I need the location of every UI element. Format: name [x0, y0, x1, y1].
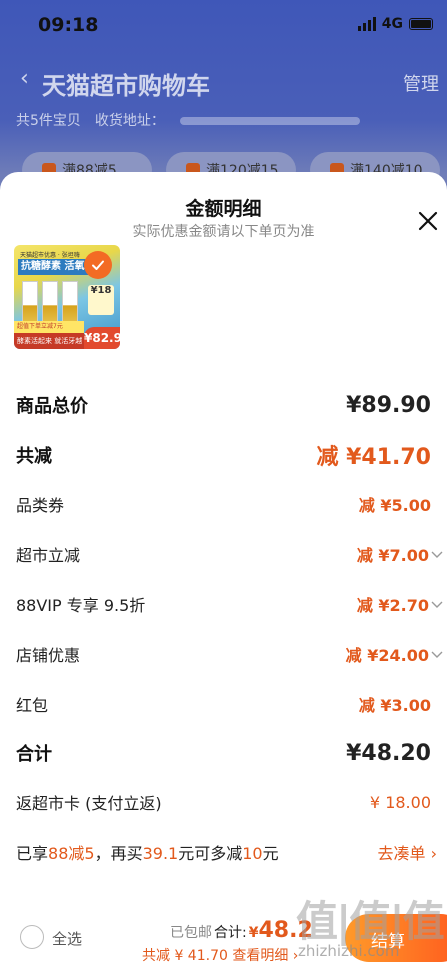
row-label: 共减 [16, 446, 52, 467]
view-details-link[interactable]: 共减 ¥ 41.70 查看明细 › [142, 945, 298, 965]
row-category-coupon: 品类券 减 ¥5.00 [16, 488, 431, 520]
row-label: 店铺优惠 [16, 646, 81, 665]
thumb-band: 超值下单立减7元 [14, 321, 84, 333]
row-sum: 合计 ¥48.20 [16, 737, 431, 769]
thumb-badge: ¥18 [88, 285, 114, 315]
status-bar: 09:18 4G [0, 0, 447, 50]
back-icon[interactable]: ‹ [20, 66, 29, 91]
row-label: 合计 [16, 744, 52, 765]
address-value-blurred [180, 117, 360, 125]
row-value: ¥89.90 [346, 392, 431, 418]
shipping-label: 已包邮 [170, 925, 212, 941]
page-title: 天猫超市购物车 [42, 72, 210, 100]
row-value: 减 ¥24.00 [345, 646, 429, 665]
item-count: 共5件宝贝 [16, 113, 81, 129]
battery-icon [409, 18, 433, 30]
address-label[interactable]: 收货地址： [95, 110, 165, 130]
row-label: 超市立减 [16, 546, 81, 565]
network-type: 4G [381, 16, 403, 32]
row-red-packet: 红包 减 ¥3.00 [16, 688, 431, 720]
toothpaste-tube [62, 281, 78, 325]
checked-icon [84, 251, 112, 279]
watermark-url: zhizhizhi.com [298, 942, 400, 960]
row-label: 红包 [16, 696, 49, 715]
toothpaste-tube [42, 281, 58, 325]
chevron-down-icon [431, 551, 443, 558]
thumb-top-text: 天猫超市优惠 · 张坦嗨 [20, 252, 80, 259]
row-value: ¥ 18.00 [369, 792, 431, 812]
row-supermarket-discount[interactable]: 超市立减 减 ¥7.00 [16, 538, 443, 570]
toothpaste-tube [22, 281, 38, 325]
promo-line: 已享88减5，再买39.1元可多减10元 去凑单 › [16, 839, 437, 865]
row-value: ¥48.20 [346, 740, 431, 766]
row-value: 减 ¥3.00 [358, 696, 431, 715]
thumb-price: ¥82.9 [84, 327, 120, 349]
row-value: 减 ¥5.00 [358, 496, 431, 515]
row-goods-total: 商品总价 ¥89.90 [16, 389, 431, 421]
status-time: 09:18 [38, 14, 99, 36]
row-label: 品类券 [16, 496, 65, 515]
select-all-label[interactable]: 全选 [52, 928, 82, 949]
total-label: 合计: [214, 925, 247, 941]
manage-button[interactable]: 管理 [403, 70, 439, 96]
sheet-subtitle: 实际优惠金额请以下单页为准 [132, 224, 315, 240]
row-cashback-card: 返超市卡 (支付立返) ¥ 18.00 [16, 786, 431, 818]
status-indicators: 4G [357, 16, 433, 32]
row-store-discount[interactable]: 店铺优惠 减 ¥24.00 [16, 638, 443, 670]
nav-bar: ‹ 天猫超市购物车 管理 [0, 62, 447, 102]
thumb-bottom-text: 酵素活起来 就活牙越白 [14, 333, 84, 349]
promo-text: 已享88减5，再买39.1元可多减10元 [16, 844, 279, 863]
add-items-link[interactable]: 去凑单 › [378, 840, 438, 864]
sheet-title: 金额明细 [185, 198, 262, 220]
row-value: 减 ¥2.70 [356, 596, 429, 615]
row-value: 减 ¥7.00 [356, 546, 429, 565]
amount-detail-sheet: 金额明细 实际优惠金额请以下单页为准 天猫超市优惠 · 张坦嗨 抗糖酵素 活氧 … [0, 172, 447, 967]
row-label: 返超市卡 (支付立返) [16, 794, 162, 813]
currency-symbol: ¥ [248, 925, 259, 941]
watermark-logo: 值|值|值 [296, 897, 445, 946]
select-all-radio[interactable] [20, 925, 44, 949]
close-icon[interactable] [413, 206, 443, 236]
total-line: 已包邮 合计: ¥ 48.2 [170, 918, 313, 943]
row-label: 88VIP 专享 9.5折 [16, 596, 146, 615]
row-88vip[interactable]: 88VIP 专享 9.5折 减 ¥2.70 [16, 588, 443, 620]
row-total-reduce: 共减 减 ¥41.70 [16, 439, 431, 471]
row-label: 商品总价 [16, 396, 88, 417]
row-value: 减 ¥41.70 [316, 445, 431, 470]
cart-subinfo: 共5件宝贝 收货地址： [16, 110, 165, 130]
chevron-down-icon [431, 601, 443, 608]
chevron-down-icon [431, 651, 443, 658]
signal-icon [357, 17, 376, 31]
